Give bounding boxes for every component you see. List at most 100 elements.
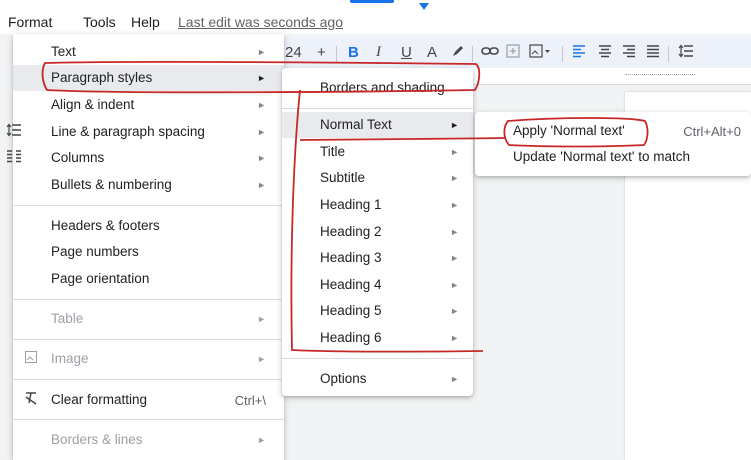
menu-item-label: Line & paragraph spacing (51, 124, 205, 139)
bold-button[interactable]: B (348, 44, 359, 61)
toolbar-divider (668, 46, 669, 62)
highlight-pen-icon[interactable] (451, 44, 465, 62)
menu-item-heading-1[interactable]: Heading 1 ► (282, 192, 473, 218)
menu-item-line-spacing[interactable]: Line & paragraph spacing ► (6, 119, 284, 145)
paragraph-styles-menu: Borders and shading Normal Text ► Title … (282, 68, 473, 396)
align-left-icon[interactable] (572, 44, 586, 62)
menu-item-table: Table ► (13, 306, 284, 332)
menu-item-align-indent[interactable]: Align & indent ► (13, 92, 284, 118)
toolbar-divider (562, 46, 563, 62)
clear-formatting-icon (21, 391, 41, 408)
menubar: Format Tools Help Last edit was seconds … (0, 0, 751, 34)
menu-item-label: Borders and shading (320, 80, 445, 95)
menu-item-label: Heading 1 (320, 197, 382, 212)
line-spacing-icon[interactable] (678, 44, 694, 62)
menu-item-page-orientation[interactable]: Page orientation (13, 266, 284, 292)
menu-item-heading-6[interactable]: Heading 6 ► (282, 325, 473, 351)
menu-item-apply-normal-text[interactable]: Apply 'Normal text' Ctrl+Alt+0 (475, 118, 751, 144)
insert-image-icon[interactable] (529, 44, 551, 62)
menu-divider (13, 419, 284, 420)
submenu-arrow-icon: ► (450, 200, 459, 210)
toolbar-divider (336, 46, 337, 62)
menu-item-label: Subtitle (320, 170, 366, 185)
menu-item-label: Heading 3 (320, 250, 382, 265)
line-spacing-icon (4, 123, 24, 140)
italic-button[interactable]: I (376, 44, 381, 61)
menu-item-label: Text (51, 44, 76, 59)
menu-item-borders-shading[interactable]: Borders and shading (282, 75, 473, 101)
underline-button[interactable]: U (401, 44, 412, 61)
submenu-arrow-icon: ► (450, 374, 459, 384)
align-center-icon[interactable] (598, 44, 612, 62)
toolbar-divider (472, 46, 473, 62)
menu-item-bullets-numbering[interactable]: Bullets & numbering ► (13, 172, 284, 198)
menu-item-paragraph-styles[interactable]: Paragraph styles ► (13, 65, 284, 91)
menu-divider (282, 108, 473, 109)
columns-icon (4, 149, 24, 166)
menu-help[interactable]: Help (131, 14, 160, 30)
submenu-arrow-icon: ► (257, 354, 266, 364)
menu-item-label: Apply 'Normal text' (513, 123, 625, 138)
menu-item-label: Page numbers (51, 244, 139, 259)
submenu-arrow-icon: ► (450, 227, 459, 237)
menu-item-heading-4[interactable]: Heading 4 ► (282, 272, 473, 298)
font-size-field[interactable]: 24 (285, 44, 302, 61)
menu-item-page-numbers[interactable]: Page numbers (13, 239, 284, 265)
menu-tools[interactable]: Tools (83, 14, 116, 30)
justify-icon[interactable] (646, 44, 660, 62)
menu-format[interactable]: Format (8, 14, 52, 30)
toolbar: 24 + B I U A (280, 38, 751, 68)
submenu-arrow-icon: ► (257, 180, 266, 190)
menu-item-columns[interactable]: Columns ► (7, 145, 284, 171)
menu-item-borders-lines: Borders & lines ► (13, 427, 284, 453)
menu-item-heading-2[interactable]: Heading 2 ► (282, 219, 473, 245)
menu-item-title[interactable]: Title ► (282, 139, 473, 165)
link-icon[interactable] (481, 44, 499, 62)
menu-item-label: Borders & lines (51, 432, 143, 447)
menu-item-label: Title (320, 144, 346, 159)
format-menu: Text ► Paragraph styles ► Align & indent… (6, 34, 284, 460)
menu-item-image: Image ► (13, 346, 284, 372)
menu-item-label: Heading 6 (320, 330, 382, 345)
menu-item-clear-formatting[interactable]: Clear formatting Ctrl+\ (13, 387, 284, 413)
increase-font-size-button[interactable]: + (317, 44, 326, 61)
submenu-arrow-icon: ► (450, 120, 459, 130)
menu-item-headers-footers[interactable]: Headers & footers (13, 213, 284, 239)
menu-item-label: Paragraph styles (51, 70, 153, 85)
menu-item-heading-3[interactable]: Heading 3 ► (282, 245, 473, 271)
menu-item-options[interactable]: Options ► (282, 366, 473, 392)
menu-divider (13, 339, 284, 340)
menu-divider (282, 358, 473, 359)
shortcut-label: Ctrl+\ (234, 393, 266, 408)
submenu-arrow-icon: ► (257, 127, 266, 137)
menu-item-label: Heading 4 (320, 277, 382, 292)
image-icon (21, 350, 41, 366)
menu-item-normal-text[interactable]: Normal Text ► (282, 112, 473, 138)
menu-item-heading-5[interactable]: Heading 5 ► (282, 298, 473, 324)
menu-item-subtitle[interactable]: Subtitle ► (282, 165, 473, 191)
menu-item-label: Update 'Normal text' to match (513, 149, 690, 164)
menu-item-update-normal-text[interactable]: Update 'Normal text' to match (475, 144, 751, 170)
normal-text-menu: Apply 'Normal text' Ctrl+Alt+0 Update 'N… (475, 112, 751, 176)
indent-marker[interactable] (419, 3, 429, 10)
menu-item-label: Heading 2 (320, 224, 382, 239)
add-comment-icon[interactable] (506, 44, 520, 62)
submenu-arrow-icon: ► (450, 306, 459, 316)
submenu-arrow-icon: ► (257, 100, 266, 110)
submenu-arrow-icon: ► (257, 47, 266, 57)
submenu-arrow-icon: ► (257, 435, 266, 445)
last-edit-link[interactable]: Last edit was seconds ago (178, 14, 343, 30)
menu-item-label: Align & indent (51, 97, 135, 112)
menu-item-label: Page orientation (51, 271, 150, 286)
menu-divider (13, 205, 284, 206)
menu-item-label: Bullets & numbering (51, 177, 172, 192)
text-color-button[interactable]: A (427, 44, 437, 61)
menu-item-text[interactable]: Text ► (13, 39, 284, 65)
submenu-arrow-icon: ► (450, 147, 459, 157)
active-indicator (350, 0, 394, 3)
menu-divider (13, 299, 284, 300)
submenu-arrow-icon: ► (450, 333, 459, 343)
align-right-icon[interactable] (622, 44, 636, 62)
submenu-arrow-icon: ► (450, 280, 459, 290)
menu-item-label: Heading 5 (320, 303, 382, 318)
